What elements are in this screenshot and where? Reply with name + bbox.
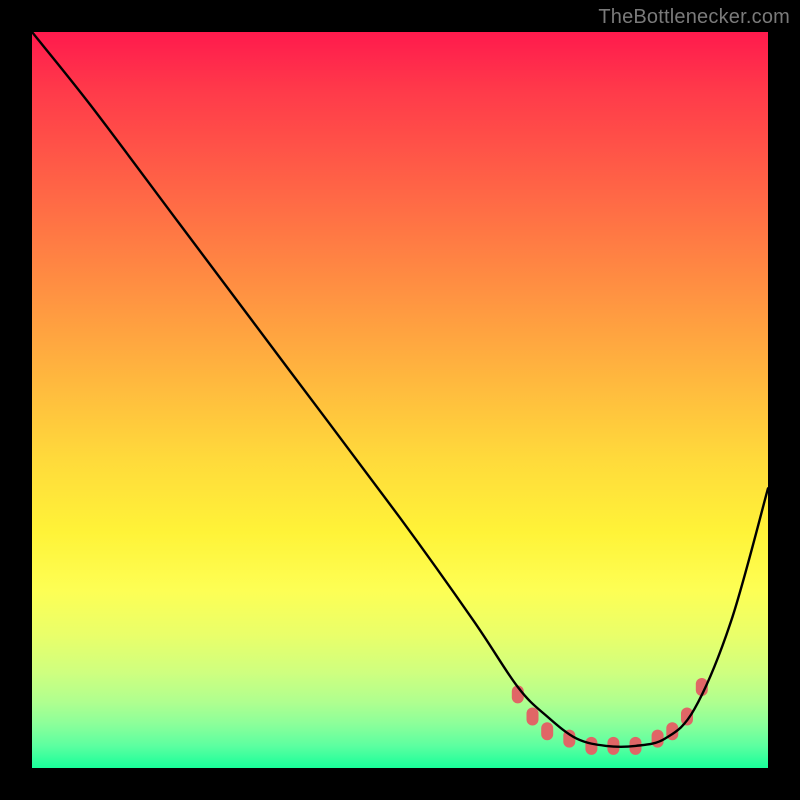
marker-layer [512, 678, 708, 755]
marker-dot [527, 708, 539, 726]
plot-area [32, 32, 768, 768]
chart-svg [32, 32, 768, 768]
marker-dot [541, 722, 553, 740]
marker-dot [652, 730, 664, 748]
marker-dot [585, 737, 597, 755]
bottleneck-curve [32, 32, 768, 747]
watermark-text: TheBottlenecker.com [598, 6, 790, 29]
chart-frame: TheBottlenecker.com [0, 0, 800, 800]
